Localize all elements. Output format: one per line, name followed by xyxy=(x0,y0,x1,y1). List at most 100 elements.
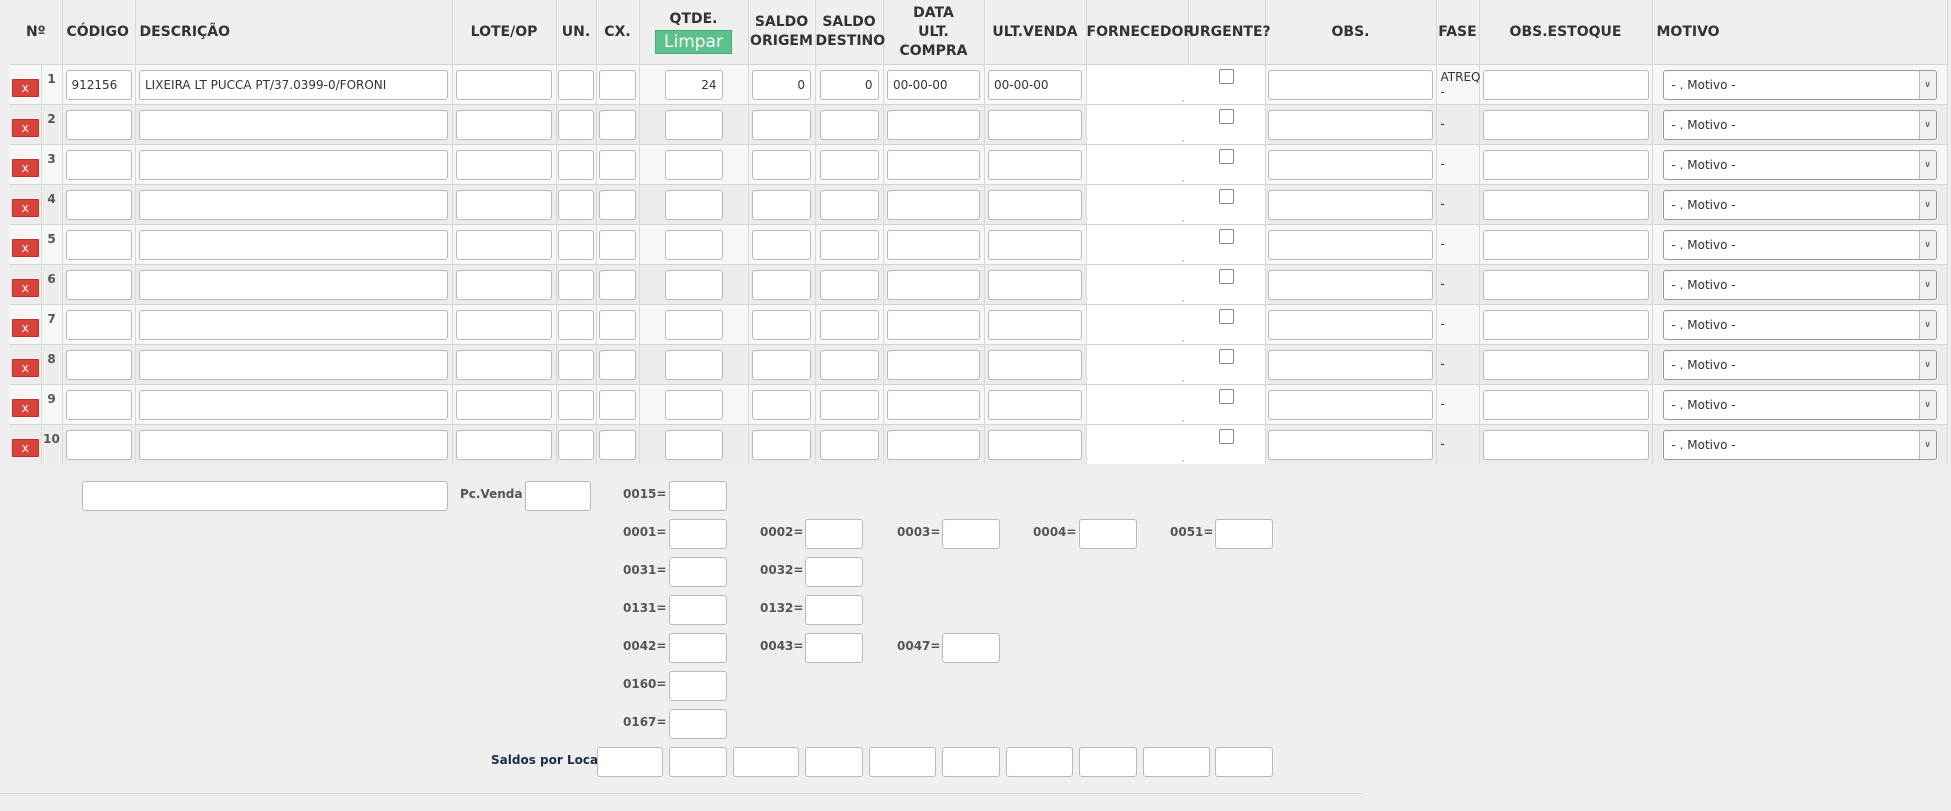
un-input[interactable] xyxy=(558,349,594,380)
un-input[interactable] xyxy=(558,309,594,340)
input-0051[interactable] xyxy=(1215,519,1273,549)
ult-venda-input[interactable] xyxy=(988,109,1082,140)
qtde-input[interactable] xyxy=(664,229,723,260)
motivo-select[interactable]: - . Motivo - ∨ xyxy=(1662,269,1937,300)
un-input[interactable] xyxy=(558,189,594,220)
urgente-checkbox[interactable] xyxy=(1218,189,1234,204)
descricao-input[interactable] xyxy=(139,229,448,260)
saldo-local-9[interactable] xyxy=(1143,747,1210,777)
ult-venda-input[interactable] xyxy=(988,309,1082,340)
obs-input[interactable] xyxy=(1268,69,1433,100)
ult-venda-input[interactable]: 00-00-00 xyxy=(988,69,1082,100)
obs-estoque-input[interactable] xyxy=(1482,109,1649,140)
qtde-input[interactable] xyxy=(664,149,723,180)
delete-row-button[interactable]: x xyxy=(11,278,39,297)
saldo-destino-input[interactable] xyxy=(819,389,879,420)
input-0002[interactable] xyxy=(805,519,863,549)
cx-input[interactable] xyxy=(599,349,636,380)
saldo-local-3[interactable] xyxy=(733,747,799,777)
descricao-input[interactable] xyxy=(139,189,448,220)
obs-estoque-input[interactable] xyxy=(1482,389,1649,420)
saldo-origem-input[interactable] xyxy=(752,389,811,420)
input-0042[interactable] xyxy=(669,633,727,663)
codigo-input[interactable] xyxy=(65,149,132,180)
obs-input[interactable] xyxy=(1268,349,1433,380)
chevron-down-icon[interactable]: ∨ xyxy=(1918,350,1936,379)
qtde-input[interactable]: 24 xyxy=(664,69,723,100)
delete-row-button[interactable]: x xyxy=(11,118,39,137)
obs-input[interactable] xyxy=(1268,189,1433,220)
saldo-local-1[interactable] xyxy=(597,747,663,777)
motivo-select[interactable]: - . Motivo - ∨ xyxy=(1662,109,1937,140)
data-input[interactable]: 00-00-00 xyxy=(887,69,980,100)
codigo-input[interactable] xyxy=(65,269,132,300)
un-input[interactable] xyxy=(558,389,594,420)
cx-input[interactable] xyxy=(599,109,636,140)
pc-venda-input[interactable] xyxy=(525,481,591,511)
chevron-down-icon[interactable]: ∨ xyxy=(1918,430,1936,459)
motivo-select[interactable]: - . Motivo - ∨ xyxy=(1662,309,1937,340)
saldo-local-7[interactable] xyxy=(1006,747,1073,777)
saldo-local-2[interactable] xyxy=(669,747,727,777)
lote-input[interactable] xyxy=(456,389,552,420)
motivo-select[interactable]: - . Motivo - ∨ xyxy=(1662,229,1937,260)
saldo-destino-input[interactable] xyxy=(819,109,879,140)
saldo-local-10[interactable] xyxy=(1215,747,1273,777)
data-input[interactable] xyxy=(887,309,980,340)
chevron-down-icon[interactable]: ∨ xyxy=(1918,190,1936,219)
obs-estoque-input[interactable] xyxy=(1482,429,1649,460)
cx-input[interactable] xyxy=(599,189,636,220)
chevron-down-icon[interactable]: ∨ xyxy=(1918,270,1936,299)
obs-estoque-input[interactable] xyxy=(1482,189,1649,220)
un-input[interactable] xyxy=(558,269,594,300)
lote-input[interactable] xyxy=(456,149,552,180)
obs-input[interactable] xyxy=(1268,109,1433,140)
descricao-input[interactable] xyxy=(139,309,448,340)
qtde-input[interactable] xyxy=(664,389,723,420)
chevron-down-icon[interactable]: ∨ xyxy=(1918,310,1936,339)
motivo-select[interactable]: - . Motivo - ∨ xyxy=(1662,69,1937,100)
chevron-down-icon[interactable]: ∨ xyxy=(1918,390,1936,419)
lote-input[interactable] xyxy=(456,429,552,460)
cx-input[interactable] xyxy=(599,309,636,340)
obs-estoque-input[interactable] xyxy=(1482,349,1649,380)
un-input[interactable] xyxy=(558,229,594,260)
qtde-input[interactable] xyxy=(664,349,723,380)
input-0160[interactable] xyxy=(669,671,727,701)
saldo-destino-input[interactable] xyxy=(819,309,879,340)
qtde-input[interactable] xyxy=(664,269,723,300)
ult-venda-input[interactable] xyxy=(988,269,1082,300)
saldo-destino-input[interactable] xyxy=(819,349,879,380)
delete-row-button[interactable]: x xyxy=(11,318,39,337)
lote-input[interactable] xyxy=(456,189,552,220)
qtde-input[interactable] xyxy=(664,309,723,340)
ult-venda-input[interactable] xyxy=(988,429,1082,460)
cx-input[interactable] xyxy=(599,149,636,180)
codigo-input[interactable] xyxy=(65,189,132,220)
input-0047[interactable] xyxy=(942,633,1000,663)
descricao-input[interactable]: LIXEIRA LT PUCCA PT/37.0399-0/FORONI xyxy=(139,69,448,100)
obs-input[interactable] xyxy=(1268,269,1433,300)
lote-input[interactable] xyxy=(456,229,552,260)
descricao-input[interactable] xyxy=(139,429,448,460)
lote-input[interactable] xyxy=(456,349,552,380)
input-0043[interactable] xyxy=(805,633,863,663)
urgente-checkbox[interactable] xyxy=(1218,349,1234,364)
un-input[interactable] xyxy=(558,149,594,180)
urgente-checkbox[interactable] xyxy=(1218,69,1234,84)
ult-venda-input[interactable] xyxy=(988,229,1082,260)
data-input[interactable] xyxy=(887,109,980,140)
cx-input[interactable] xyxy=(599,69,636,100)
urgente-checkbox[interactable] xyxy=(1218,309,1234,324)
input-0004[interactable] xyxy=(1079,519,1137,549)
data-input[interactable] xyxy=(887,189,980,220)
saldo-origem-input[interactable] xyxy=(752,189,811,220)
saldo-origem-input[interactable] xyxy=(752,349,811,380)
data-input[interactable] xyxy=(887,429,980,460)
saldo-origem-input[interactable] xyxy=(752,149,811,180)
motivo-select[interactable]: - . Motivo - ∨ xyxy=(1662,429,1937,460)
saldo-destino-input[interactable]: 0 xyxy=(819,69,879,100)
delete-row-button[interactable]: x xyxy=(11,198,39,217)
urgente-checkbox[interactable] xyxy=(1218,149,1234,164)
input-0032[interactable] xyxy=(805,557,863,587)
